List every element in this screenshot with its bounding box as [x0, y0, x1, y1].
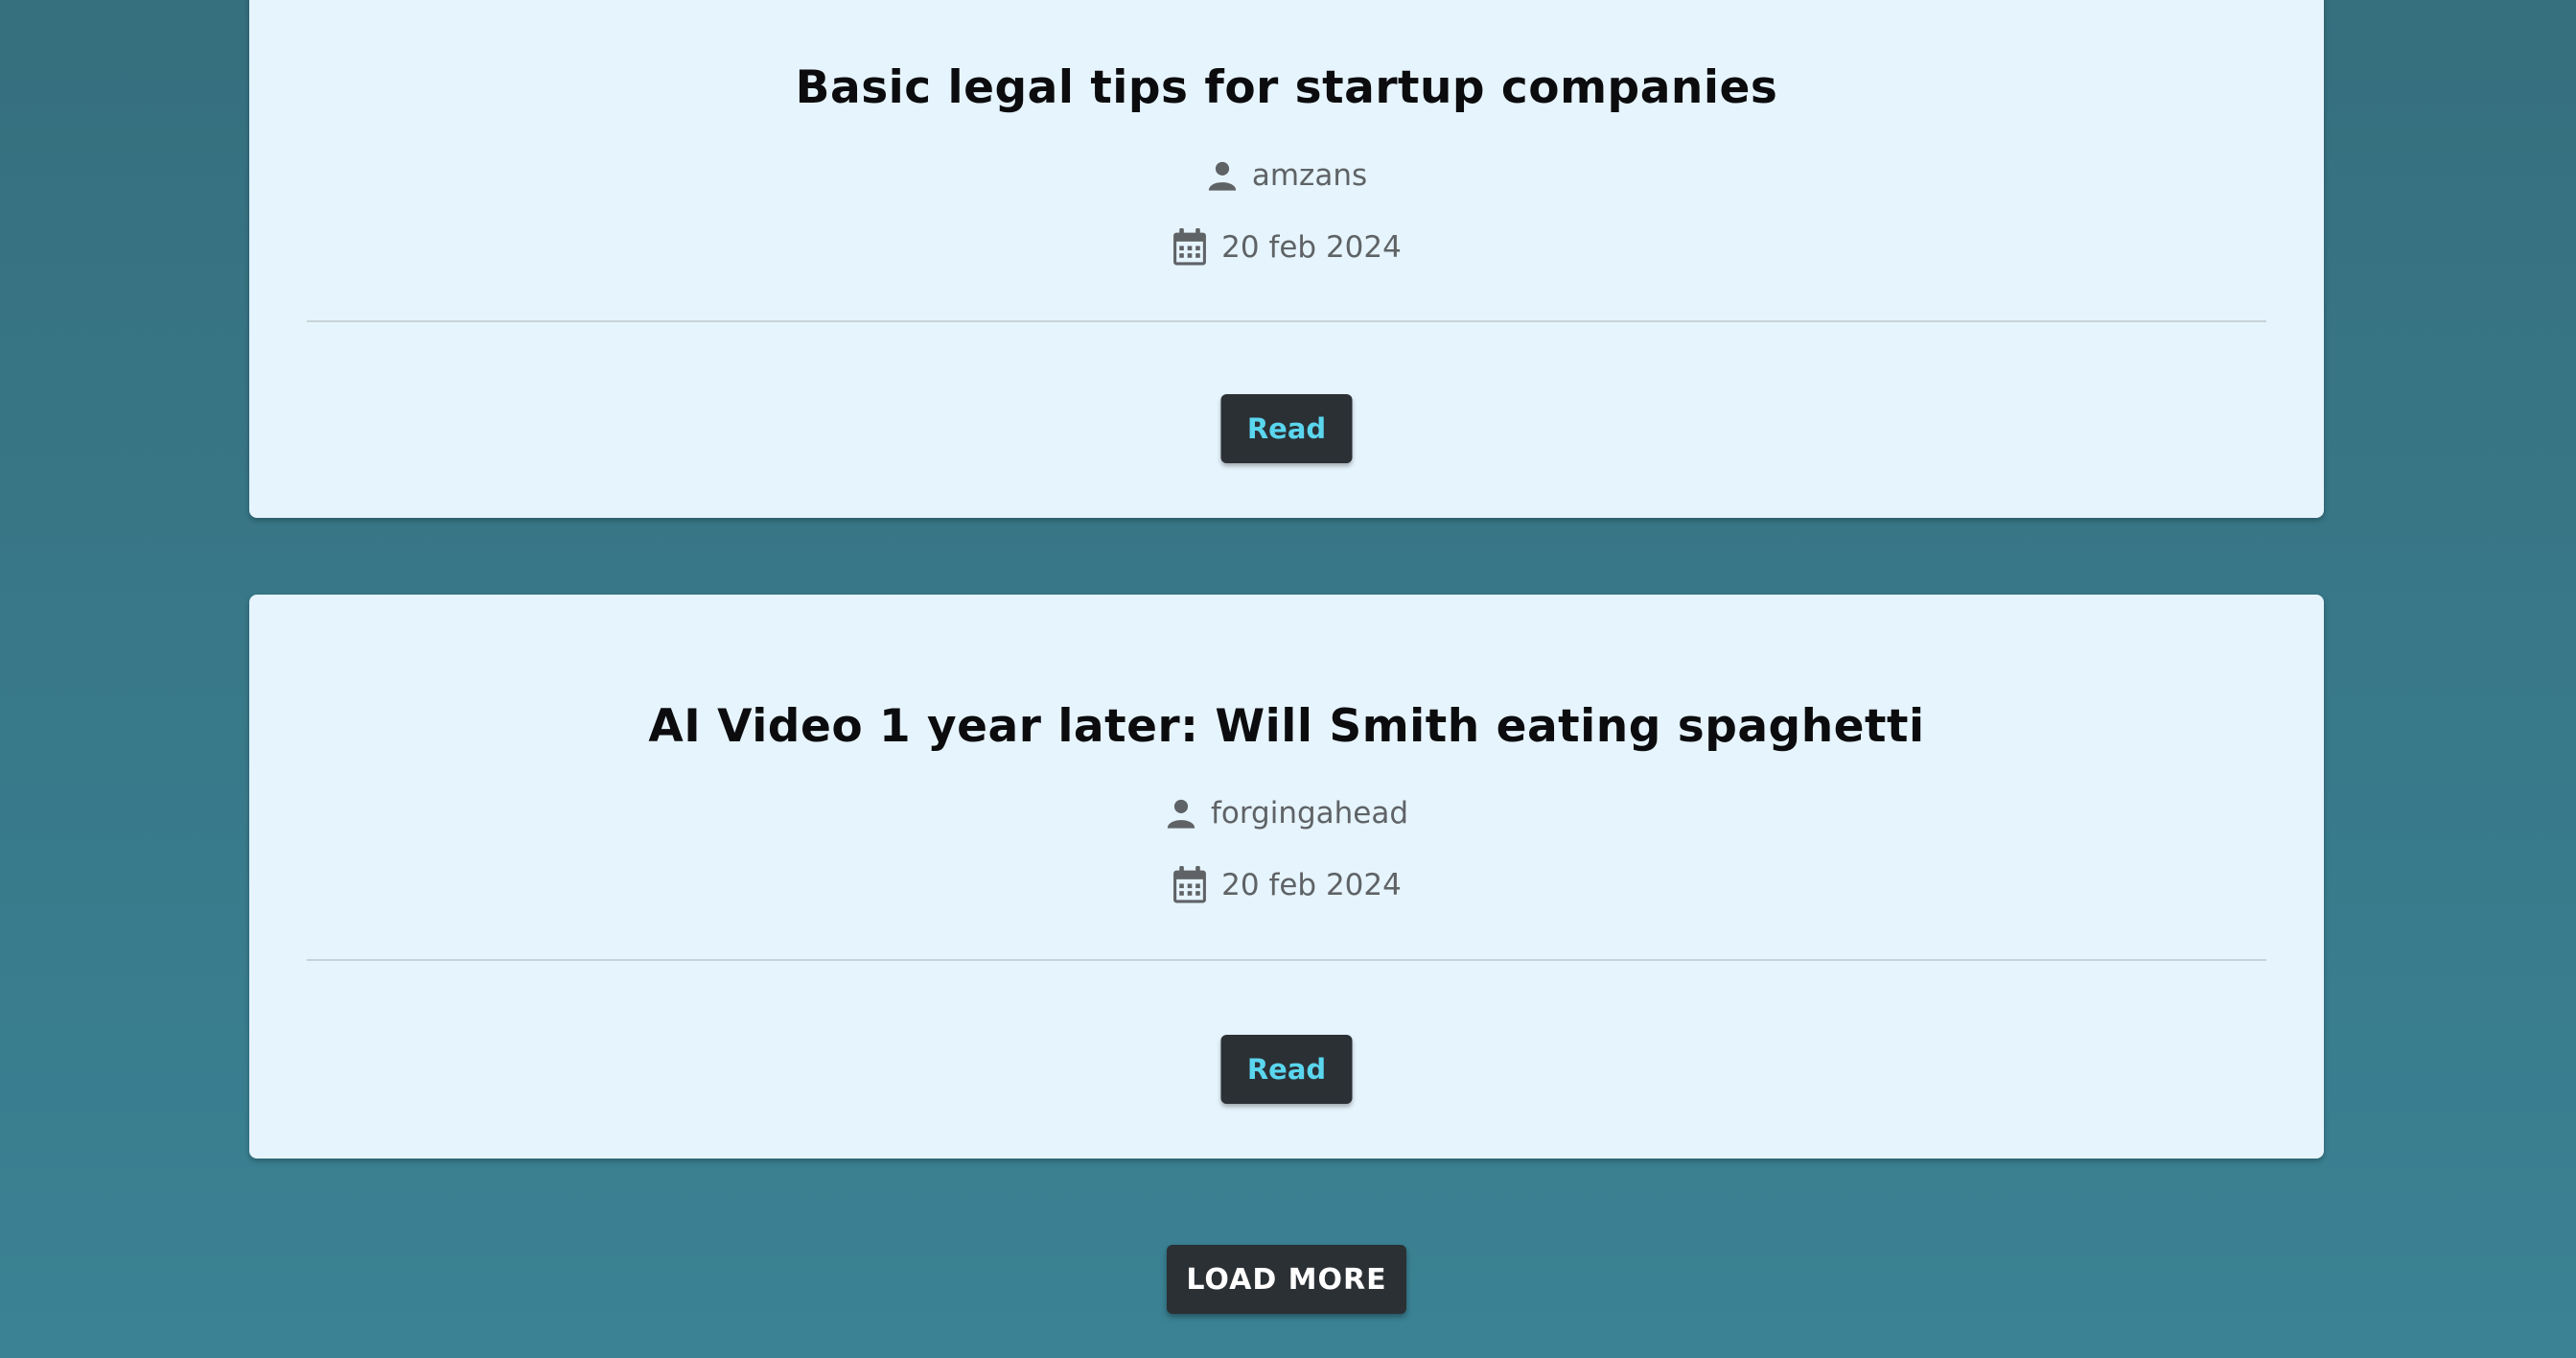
post-date: 20 feb 2024 — [249, 228, 2324, 267]
post-date: 20 feb 2024 — [249, 866, 2324, 904]
user-icon — [1165, 797, 1197, 830]
load-more-button[interactable]: LOAD MORE — [1167, 1245, 1406, 1314]
read-button[interactable]: Read — [1220, 1035, 1353, 1104]
divider — [307, 959, 2266, 961]
read-button[interactable]: Read — [1220, 394, 1353, 463]
calendar-icon — [1172, 228, 1208, 267]
date-text: 20 feb 2024 — [1221, 230, 1402, 265]
author-name: forgingahead — [1210, 796, 1409, 831]
date-text: 20 feb 2024 — [1221, 868, 1402, 902]
divider — [307, 320, 2266, 322]
post-card: Basic legal tips for startup companies a… — [249, 0, 2324, 518]
author-name: amzans — [1251, 158, 1368, 193]
post-author: forgingahead — [249, 796, 2324, 831]
post-title: Basic legal tips for startup companies — [795, 61, 1778, 114]
calendar-icon — [1172, 866, 1208, 904]
post-author: amzans — [249, 158, 2324, 193]
post-card: AI Video 1 year later: Will Smith eating… — [249, 595, 2324, 1159]
post-title: AI Video 1 year later: Will Smith eating… — [648, 700, 1925, 753]
user-icon — [1206, 159, 1239, 192]
